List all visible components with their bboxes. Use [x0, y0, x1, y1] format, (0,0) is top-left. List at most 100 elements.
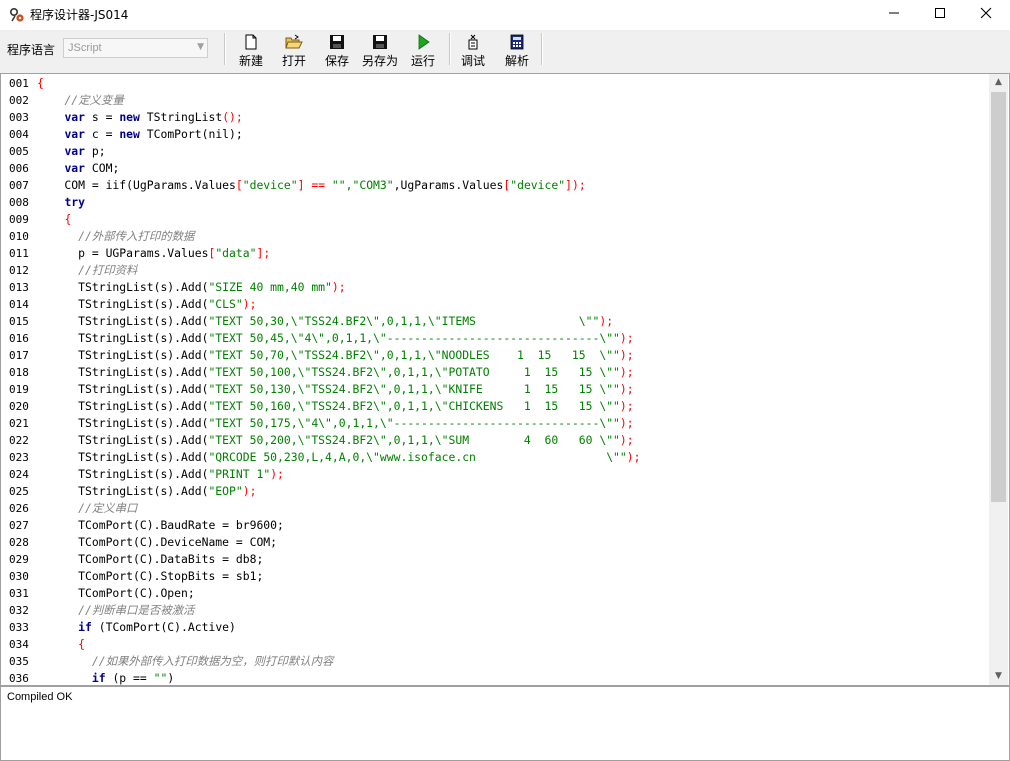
code-line[interactable]: 005 var p;	[1, 143, 106, 160]
code-editor[interactable]: 001{002 //定义变量 003 var s = new TStringLis…	[0, 73, 1010, 686]
code-line[interactable]: 017 TStringList(s).Add("TEXT 50,70,\"TSS…	[1, 347, 634, 364]
code-token: TStringList(s).Add(	[37, 416, 209, 430]
app-gear-icon	[9, 7, 26, 24]
code-token: "device"	[242, 178, 298, 192]
code-line[interactable]: 016 TStringList(s).Add("TEXT 50,45,\"4\"…	[1, 330, 634, 347]
code-line[interactable]: 003 var s = new TStringList();	[1, 109, 243, 126]
maximize-button[interactable]	[917, 0, 963, 30]
code-line[interactable]: 029 TComPort(C).DataBits = db8;	[1, 551, 263, 568]
language-select[interactable]: JScript ▼	[63, 38, 208, 58]
line-number: 024	[9, 468, 29, 481]
code-token: try	[64, 195, 86, 209]
code-token: );	[619, 382, 634, 396]
code-token: if	[78, 620, 92, 634]
code-token: );	[270, 467, 284, 481]
line-number: 005	[9, 145, 29, 158]
code-line[interactable]: 031 TComPort(C).Open;	[1, 585, 195, 602]
scroll-down-icon[interactable]: ▼	[989, 668, 1008, 685]
code-token: );	[242, 297, 257, 311]
line-number: 030	[9, 570, 29, 583]
code-token: TStringList(s).Add(	[37, 297, 209, 311]
code-token: TComPort(C).BaudRate = br9600;	[37, 518, 284, 532]
code-line[interactable]: 024 TStringList(s).Add("PRINT 1");	[1, 466, 284, 483]
code-token: c =	[85, 127, 120, 141]
code-token: TStringList(s).Add(	[37, 467, 209, 481]
open-button[interactable]: 打开	[279, 34, 309, 68]
code-line[interactable]: 012 //打印资料	[1, 262, 137, 279]
code-line[interactable]: 033 if (TComPort(C).Active)	[1, 619, 236, 636]
line-number: 031	[9, 587, 29, 600]
save-button[interactable]: 保存	[322, 34, 352, 68]
code-line[interactable]: 013 TStringList(s).Add("SIZE 40 mm,40 mm…	[1, 279, 346, 296]
line-number: 022	[9, 434, 29, 447]
code-line[interactable]: 022 TStringList(s).Add("TEXT 50,200,\"TS…	[1, 432, 634, 449]
code-line[interactable]: 025 TStringList(s).Add("EOP");	[1, 483, 256, 500]
code-token: "TEXT 50,70,\"TSS24.BF2\",0,1,1,\"NOODLE…	[208, 348, 620, 362]
code-token: TStringList(s).Add(	[37, 348, 209, 362]
code-line[interactable]: 028 TComPort(C).DeviceName = COM;	[1, 534, 277, 551]
code-line[interactable]: 001 {	[1, 75, 44, 92]
code-token: "TEXT 50,30,\"TSS24.BF2\",0,1,1,\"ITEMS …	[208, 314, 600, 328]
minimize-icon	[889, 12, 899, 14]
code-token: p = UGParams.Values	[37, 246, 209, 260]
scroll-thumb[interactable]	[991, 92, 1006, 502]
parse-button[interactable]: 解析	[502, 34, 532, 68]
code-token: );	[242, 484, 257, 498]
code-token: "TEXT 50,45,\"4\",0,1,1,\"--------------…	[208, 331, 620, 345]
code-token: TStringList(s).Add(	[37, 382, 209, 396]
new-button[interactable]: 新建	[236, 34, 266, 68]
minimize-button[interactable]	[871, 0, 917, 30]
code-line[interactable]: 019 TStringList(s).Add("TEXT 50,130,\"TS…	[1, 381, 634, 398]
save-disk-icon	[330, 35, 344, 49]
code-line[interactable]: 010 //外部传入打印的数据	[1, 228, 194, 245]
debug-button[interactable]: 调试	[458, 34, 488, 68]
code-token: var	[64, 127, 86, 141]
scroll-up-icon[interactable]: ▲	[989, 74, 1008, 91]
code-line[interactable]: 023 TStringList(s).Add("QRCODE 50,230,L,…	[1, 449, 641, 466]
code-token: //判断串口是否被激活	[78, 603, 195, 617]
save-as-button[interactable]: 另存为	[360, 34, 400, 68]
code-token: )	[167, 671, 175, 685]
code-line[interactable]: 032 //判断串口是否被激活	[1, 602, 194, 619]
line-number: 032	[9, 604, 29, 617]
vertical-scrollbar[interactable]: ▲ ▼	[989, 74, 1008, 685]
code-token: ]);	[565, 178, 586, 192]
close-icon	[980, 7, 992, 19]
code-line[interactable]: 020 TStringList(s).Add("TEXT 50,160,\"TS…	[1, 398, 634, 415]
code-line[interactable]: 015 TStringList(s).Add("TEXT 50,30,\"TSS…	[1, 313, 613, 330]
code-line[interactable]: 035 //如果外部传入打印数据为空，则打印默认内容	[1, 653, 333, 670]
code-token: "SIZE 40 mm,40 mm"	[208, 280, 332, 294]
code-token: "EOP"	[208, 484, 243, 498]
save-as-disk-icon	[373, 35, 387, 49]
toolbar: 程序语言 JScript ▼ 新建 打开 保存 另存为 运行 调试 解析	[0, 30, 1010, 71]
code-line[interactable]: 021 TStringList(s).Add("TEXT 50,175,\"4\…	[1, 415, 634, 432]
code-line[interactable]: 034 {	[1, 636, 85, 653]
code-line[interactable]: 009 {	[1, 211, 71, 228]
code-line[interactable]: 036 if (p == "")	[1, 670, 175, 685]
code-line[interactable]: 014 TStringList(s).Add("CLS");	[1, 296, 256, 313]
code-line[interactable]: 027 TComPort(C).BaudRate = br9600;	[1, 517, 284, 534]
code-token: TStringList(s).Add(	[37, 314, 209, 328]
code-line[interactable]: 004 var c = new TComPort(nil);	[1, 126, 243, 143]
code-token: );	[619, 365, 634, 379]
chevron-down-icon: ▼	[197, 42, 204, 52]
run-button[interactable]: 运行	[408, 34, 438, 68]
line-number: 018	[9, 366, 29, 379]
code-line[interactable]: 002 //定义变量	[1, 92, 124, 109]
close-button[interactable]	[963, 0, 1009, 30]
code-line[interactable]: 008 try	[1, 194, 85, 211]
code-token: "QRCODE 50,230,L,4,A,0,\"www.isoface.cn …	[208, 450, 627, 464]
code-line[interactable]: 026 //定义串口	[1, 500, 137, 517]
code-line[interactable]: 030 TComPort(C).StopBits = sb1;	[1, 568, 263, 585]
new-button-label: 新建	[238, 54, 263, 68]
code-line[interactable]: 006 var COM;	[1, 160, 119, 177]
code-line[interactable]: 011 p = UGParams.Values["data"];	[1, 245, 270, 262]
code-line[interactable]: 018 TStringList(s).Add("TEXT 50,100,\"TS…	[1, 364, 634, 381]
code-line[interactable]: 007 COM = iif(UgParams.Values["device"] …	[1, 177, 586, 194]
code-token: "TEXT 50,130,\"TSS24.BF2\",0,1,1,\"KNIFE…	[208, 382, 620, 396]
code-token: );	[331, 280, 346, 294]
